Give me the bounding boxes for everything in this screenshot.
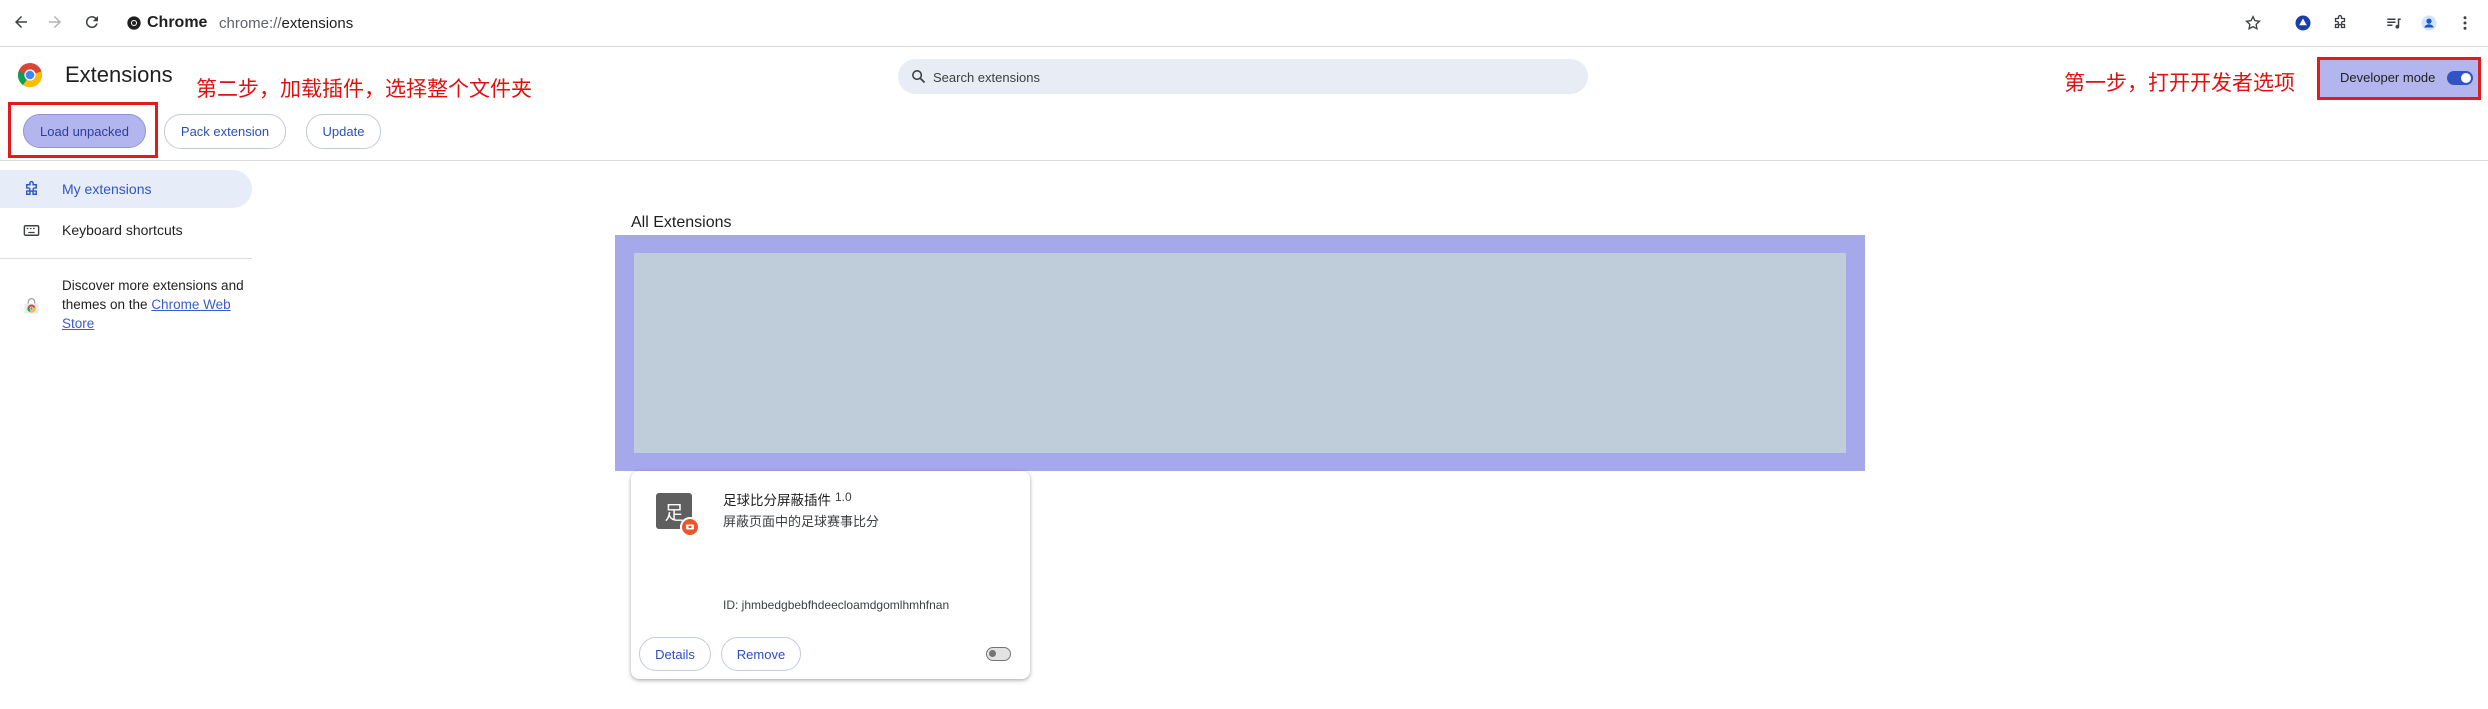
extension-id: ID: jhmbedgbebfhdeecloamdgomlhmhfnan xyxy=(723,598,950,612)
arrow-right-icon xyxy=(49,16,61,28)
sidebar-item-label: My extensions xyxy=(62,181,152,197)
header-divider xyxy=(0,160,2488,161)
puzzle-icon xyxy=(2334,14,2346,29)
url-scheme: chrome:// xyxy=(219,15,282,32)
details-button[interactable]: Details xyxy=(639,637,711,671)
developer-mode-highlight: Developer mode xyxy=(2317,57,2481,100)
search-icon xyxy=(912,70,926,84)
developer-mode-label: Developer mode xyxy=(2340,70,2436,85)
toggle-knob xyxy=(2461,73,2471,83)
search-input[interactable] xyxy=(931,64,1575,90)
arrow-left-icon xyxy=(15,16,27,28)
avatar-icon xyxy=(2421,15,2437,31)
playlist-icon xyxy=(2387,18,2401,29)
developer-mode-toggle[interactable] xyxy=(2447,71,2473,85)
remove-button[interactable]: Remove xyxy=(721,637,801,671)
chrome-icon xyxy=(127,16,141,30)
update-button[interactable]: Update xyxy=(306,114,381,149)
star-icon xyxy=(2245,15,2261,31)
profile-extension-button[interactable] xyxy=(2291,11,2315,35)
address-bar[interactable]: Chrome chrome://extensions xyxy=(118,5,2314,40)
search-field[interactable] xyxy=(898,59,1588,94)
more-vert-icon xyxy=(2463,16,2467,30)
browser-menu-button[interactable] xyxy=(2453,11,2477,35)
site-chip[interactable]: Chrome xyxy=(126,11,207,35)
media-controls-button[interactable] xyxy=(2382,11,2406,35)
site-chip-label: Chrome xyxy=(147,14,208,31)
highlight-inner xyxy=(634,253,1846,453)
policy-badge-icon xyxy=(680,517,700,537)
drop-highlight-area xyxy=(615,235,1865,471)
profile-button[interactable] xyxy=(2417,11,2441,35)
extension-card: 足 足球比分屏蔽插件 1.0 屏蔽页面中的足球赛事比分 ID: jhmbedgb… xyxy=(631,471,1030,679)
page-title: Extensions xyxy=(65,62,173,87)
forward-button[interactable] xyxy=(40,7,70,37)
reload-button[interactable] xyxy=(77,7,107,37)
load-unpacked-button[interactable]: Load unpacked xyxy=(23,114,146,148)
badge-glyph-icon xyxy=(686,524,694,530)
keyboard-icon xyxy=(23,224,40,236)
annotation-step2: 第二步，加载插件，选择整个文件夹 xyxy=(196,78,532,101)
extension-version: 1.0 xyxy=(835,490,852,504)
browser-toolbar: Chrome chrome://extensions xyxy=(0,0,2488,47)
url-text[interactable]: chrome://extensions xyxy=(219,15,353,32)
load-unpacked-highlight: Load unpacked xyxy=(8,102,158,158)
url-host: extensions xyxy=(281,15,354,32)
back-button[interactable] xyxy=(6,7,36,37)
chrome-logo-icon xyxy=(17,63,43,88)
extension-description: 屏蔽页面中的足球赛事比分 xyxy=(723,514,880,529)
triangle-logo-icon xyxy=(2295,15,2311,31)
extensions-menu-button[interactable] xyxy=(2328,11,2352,35)
annotation-step1: 第一步，打开开发者选项 xyxy=(2064,72,2295,95)
bookmark-star-button[interactable] xyxy=(2241,11,2265,35)
puzzle-icon xyxy=(26,180,37,195)
sidebar-item-my-extensions[interactable]: My extensions xyxy=(0,170,252,208)
toggle-knob xyxy=(989,650,996,657)
sidebar-divider xyxy=(0,258,252,259)
sidebar-item-keyboard-shortcuts[interactable]: Keyboard shortcuts xyxy=(0,211,252,249)
chrome-web-store-icon xyxy=(24,298,39,314)
section-title: All Extensions xyxy=(631,214,732,231)
pack-extension-button[interactable]: Pack extension xyxy=(164,114,286,149)
discover-text: Discover more extensions and themes on t… xyxy=(62,276,252,333)
reload-icon xyxy=(85,16,98,29)
sidebar-item-label: Keyboard shortcuts xyxy=(62,222,183,238)
extension-enable-toggle[interactable] xyxy=(986,647,1011,661)
extension-name: 足球比分屏蔽插件 xyxy=(723,493,831,508)
